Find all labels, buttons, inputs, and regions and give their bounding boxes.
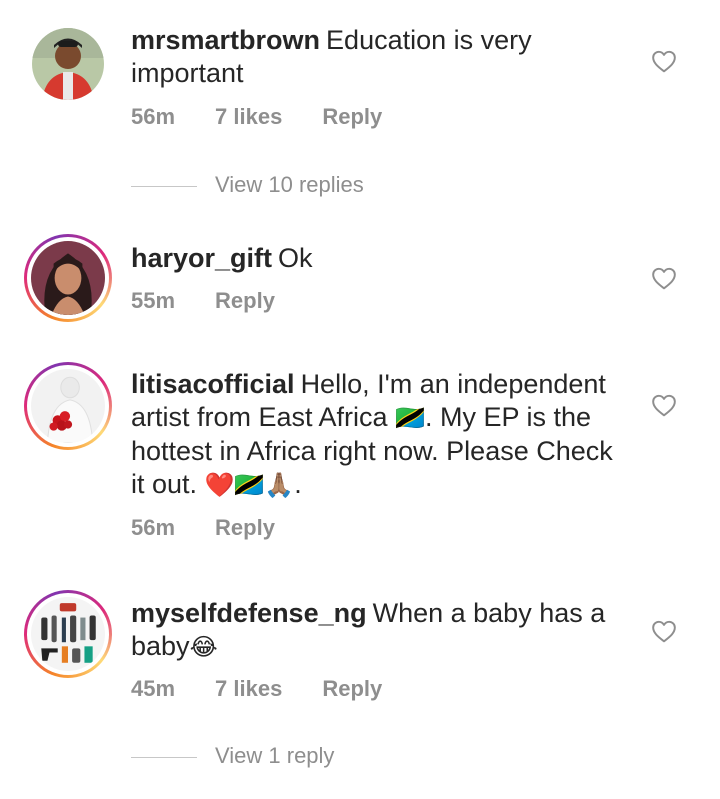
- heart-outline-icon[interactable]: [651, 49, 677, 73]
- reply-button[interactable]: Reply: [215, 288, 275, 313]
- comment-meta: 55m Reply: [131, 288, 315, 314]
- comment-text: mrsmartbrown Education is very important: [131, 24, 631, 90]
- divider-line: [131, 757, 197, 758]
- avatar-photo: [31, 369, 105, 443]
- avatar-photo: [32, 28, 104, 100]
- comment-meta: 45m 7 likes Reply: [131, 676, 422, 702]
- heart-outline-icon[interactable]: [651, 266, 677, 290]
- comment-meta: 56m 7 likes Reply: [131, 104, 422, 130]
- timestamp: 56m: [131, 104, 176, 129]
- comment-text: haryor_gift Ok: [131, 242, 631, 275]
- timestamp: 45m: [131, 676, 176, 701]
- reply-button[interactable]: Reply: [322, 676, 382, 701]
- comment-body: Ok: [278, 243, 313, 273]
- view-replies-label: View 10 replies: [215, 172, 364, 197]
- username[interactable]: haryor_gift: [131, 243, 272, 273]
- view-replies-button[interactable]: View 1 reply: [131, 743, 431, 773]
- view-replies-button[interactable]: View 10 replies: [131, 172, 431, 202]
- comment-text: myselfdefense_ng When a baby has a baby😂: [131, 597, 631, 664]
- username[interactable]: mrsmartbrown: [131, 25, 320, 55]
- divider-line: [131, 186, 197, 187]
- username[interactable]: myselfdefense_ng: [131, 598, 367, 628]
- avatar-story-ring[interactable]: [24, 234, 112, 322]
- timestamp: 55m: [131, 288, 176, 313]
- timestamp: 56m: [131, 515, 176, 540]
- avatar-photo: [31, 597, 105, 671]
- avatar-story-ring[interactable]: [24, 590, 112, 678]
- laughing-emoji: 😂: [189, 634, 218, 661]
- comment-meta: 56m Reply: [131, 515, 315, 541]
- likes-count[interactable]: 7 likes: [215, 104, 282, 129]
- username[interactable]: litisacofficial: [131, 369, 295, 399]
- comment-text: litisacofficial Hello, I'm an independent…: [131, 368, 631, 502]
- reply-button[interactable]: Reply: [215, 515, 275, 540]
- avatar-border: [27, 365, 109, 447]
- avatar[interactable]: [32, 28, 104, 100]
- heart-outline-icon[interactable]: [651, 619, 677, 643]
- tanzania-flag-emoji: 🇹🇿: [395, 405, 425, 432]
- heart-outline-icon[interactable]: [651, 393, 677, 417]
- comment-body-end: .: [294, 469, 302, 499]
- avatar-photo: [31, 241, 105, 315]
- view-replies-label: View 1 reply: [215, 743, 335, 768]
- avatar-border: [27, 237, 109, 319]
- avatar-story-ring[interactable]: [24, 362, 112, 450]
- reply-button[interactable]: Reply: [322, 104, 382, 129]
- emoji-group: ❤️🇹🇿🙏🏽: [204, 472, 295, 499]
- avatar-border: [27, 593, 109, 675]
- likes-count[interactable]: 7 likes: [215, 676, 282, 701]
